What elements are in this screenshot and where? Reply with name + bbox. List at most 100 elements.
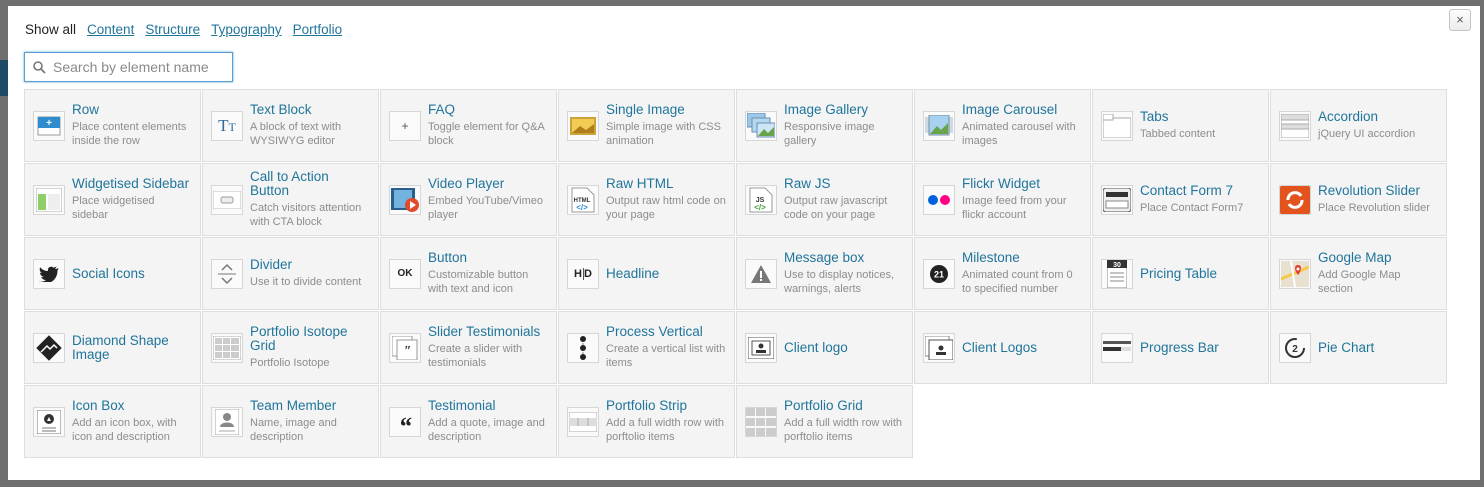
element-tile-testimonial[interactable]: “ Testimonial Add a quote, image and descr…	[380, 385, 557, 458]
element-description: Output raw html code on your page	[606, 195, 726, 221]
element-tile-icon-box[interactable]: Icon Box Add an icon box, with icon and d…	[24, 385, 201, 458]
element-tile-text-block[interactable]: TT Text Block A block of text with WYSIWYG…	[202, 89, 379, 162]
element-tile-portfolio-strip[interactable]: Portfolio Strip Add a full width row with…	[558, 385, 735, 458]
element-title: Icon Box	[72, 398, 125, 413]
element-description: Add a quote, image and description	[428, 417, 545, 443]
element-tile-milestone[interactable]: 21 Milestone Animated count from 0 to spec…	[914, 237, 1091, 310]
element-tile-client-logo[interactable]: Client logo	[736, 311, 913, 384]
element-tile-pricing-table[interactable]: 30 Pricing Table	[1092, 237, 1269, 310]
element-tile-team-member[interactable]: Team Member Name, image and description	[202, 385, 379, 458]
element-description: Catch visitors attention with CTA block	[250, 202, 362, 228]
element-text: Testimonial Add a quote, image and descri…	[428, 399, 548, 444]
element-text: Process Vertical Create a vertical list w…	[606, 325, 726, 370]
element-title: Divider	[250, 257, 293, 272]
filter-structure[interactable]: Structure	[145, 22, 200, 37]
element-tile-slider-testimonials[interactable]: " Slider Testimonials Create a slider with…	[380, 311, 557, 384]
contact-form-icon	[1101, 184, 1133, 215]
element-tile-client-logos[interactable]: Client Logos	[914, 311, 1091, 384]
element-text: FAQ Toggle element for Q&A block	[428, 103, 548, 148]
element-description: Create a vertical list with items	[606, 343, 726, 369]
progress-bar-icon	[1101, 332, 1133, 363]
element-text: Pie Chart	[1318, 340, 1374, 355]
element-title: Pricing Table	[1140, 265, 1218, 281]
element-tile-flickr-widget[interactable]: Flickr Widget Image feed from your flickr…	[914, 163, 1091, 236]
text-block-icon: TT	[211, 110, 243, 141]
tabs-icon	[1101, 110, 1133, 141]
element-text: Video Player Embed YouTube/Vimeo player	[428, 177, 548, 222]
divider-icon	[211, 258, 243, 289]
image-gallery-icon	[745, 110, 777, 141]
element-title: Image Carousel	[962, 102, 1058, 117]
element-tile-contact-form-7[interactable]: Contact Form 7 Place Contact Form7	[1092, 163, 1269, 236]
map-icon	[1279, 258, 1311, 289]
team-member-icon	[211, 406, 243, 437]
element-tile-progress-bar[interactable]: Progress Bar	[1092, 311, 1269, 384]
element-title: Social Icons	[72, 265, 145, 281]
process-vertical-icon	[567, 332, 599, 363]
close-button[interactable]: ×	[1449, 9, 1471, 31]
slider-testimonials-icon: "	[389, 332, 421, 363]
element-tile-widgetised-sidebar[interactable]: Widgetised Sidebar Place widgetised sideb…	[24, 163, 201, 236]
element-tile-row[interactable]: + Row Place content elements inside the ro…	[24, 89, 201, 162]
element-tile-raw-html[interactable]: HTML </> Raw HTML Output raw html code on y…	[558, 163, 735, 236]
element-description: Output raw javascript code on your page	[784, 195, 888, 221]
element-tile-tabs[interactable]: Tabs Tabbed content	[1092, 89, 1269, 162]
sidebar-icon	[33, 184, 65, 215]
element-tile-accordion[interactable]: Accordion jQuery UI accordion	[1270, 89, 1447, 162]
element-title: Raw JS	[784, 176, 831, 191]
element-tile-diamond-shape-image[interactable]: Diamond Shape Image	[24, 311, 201, 384]
element-tile-pie-chart[interactable]: 2 Pie Chart	[1270, 311, 1447, 384]
element-text: Icon Box Add an icon box, with icon and d…	[72, 399, 192, 444]
element-title: Portfolio Strip	[606, 398, 688, 413]
element-description: Create a slider with testimonials	[428, 343, 523, 369]
svg-text:</>: </>	[754, 203, 766, 212]
element-tile-button[interactable]: OK Button Customizable button with text an…	[380, 237, 557, 310]
element-description: Tabbed content	[1140, 128, 1216, 140]
element-tile-single-image[interactable]: Single Image Simple image with CSS animat…	[558, 89, 735, 162]
element-tile-faq[interactable]: + FAQ Toggle element for Q&A block	[380, 89, 557, 162]
isotope-grid-icon	[211, 332, 243, 363]
element-tile-raw-js[interactable]: JS </> Raw JS Output raw javascript code on…	[736, 163, 913, 236]
filter-show-all[interactable]: Show all	[25, 22, 76, 37]
element-description: Place widgetised sidebar	[72, 195, 155, 221]
element-description: Responsive image gallery	[784, 121, 875, 147]
pie-chart-icon: 2	[1279, 332, 1311, 363]
element-text: Accordion jQuery UI accordion	[1318, 110, 1415, 141]
element-tile-call-to-action-button[interactable]: Call to Action Button Catch visitors atte…	[202, 163, 379, 236]
element-title: Revolution Slider	[1318, 183, 1421, 198]
element-text: Button Customizable button with text and …	[428, 251, 548, 296]
filter-typography[interactable]: Typography	[211, 22, 282, 37]
element-tile-process-vertical[interactable]: Process Vertical Create a vertical list w…	[558, 311, 735, 384]
element-grid: + Row Place content elements inside the ro…	[24, 89, 1447, 458]
element-tile-divider[interactable]: Divider Use it to divide content	[202, 237, 379, 310]
element-text: Slider Testimonials Create a slider with …	[428, 325, 548, 370]
element-tile-image-gallery[interactable]: Image Gallery Responsive image gallery	[736, 89, 913, 162]
icon-box-icon	[33, 406, 65, 437]
element-tile-google-map[interactable]: Google Map Add Google Map section	[1270, 237, 1447, 310]
filter-portfolio[interactable]: Portfolio	[293, 22, 343, 37]
element-description: Toggle element for Q&A block	[428, 121, 545, 147]
search-input[interactable]	[51, 58, 225, 76]
element-tile-social-icons[interactable]: Social Icons	[24, 237, 201, 310]
element-tile-video-player[interactable]: Video Player Embed YouTube/Vimeo player	[380, 163, 557, 236]
element-tile-message-box[interactable]: Message box Use to display notices, warni…	[736, 237, 913, 310]
element-description: Add a full width row with porftolio item…	[784, 417, 902, 443]
filter-content[interactable]: Content	[87, 22, 134, 37]
element-tile-image-carousel[interactable]: Image Carousel Animated carousel with ima…	[914, 89, 1091, 162]
element-title: Call to Action Button	[250, 169, 329, 198]
element-tile-revolution-slider[interactable]: Revolution Slider Place Revolution slider	[1270, 163, 1447, 236]
element-text: Portfolio Isotope Grid Portfolio Isotope	[250, 325, 370, 370]
element-description: Use it to divide content	[250, 276, 362, 288]
element-tile-headline[interactable]: H D Headline	[558, 237, 735, 310]
element-title: Message box	[784, 250, 865, 265]
element-text: Raw HTML Output raw html code on your pag…	[606, 177, 726, 222]
raw-html-icon: HTML </>	[567, 184, 599, 215]
element-tile-portfolio-isotope-grid[interactable]: Portfolio Isotope Grid Portfolio Isotope	[202, 311, 379, 384]
element-text: Raw JS Output raw javascript code on your…	[784, 177, 904, 222]
element-description: Place Contact Form7	[1140, 202, 1244, 214]
element-title: Image Gallery	[784, 102, 869, 117]
headline-icon: HD	[567, 258, 599, 289]
element-title: Progress Bar	[1140, 339, 1219, 355]
element-tile-portfolio-grid[interactable]: Portfolio Grid Add a full width row with …	[736, 385, 913, 458]
element-text: Portfolio Strip Add a full width row with…	[606, 399, 726, 444]
